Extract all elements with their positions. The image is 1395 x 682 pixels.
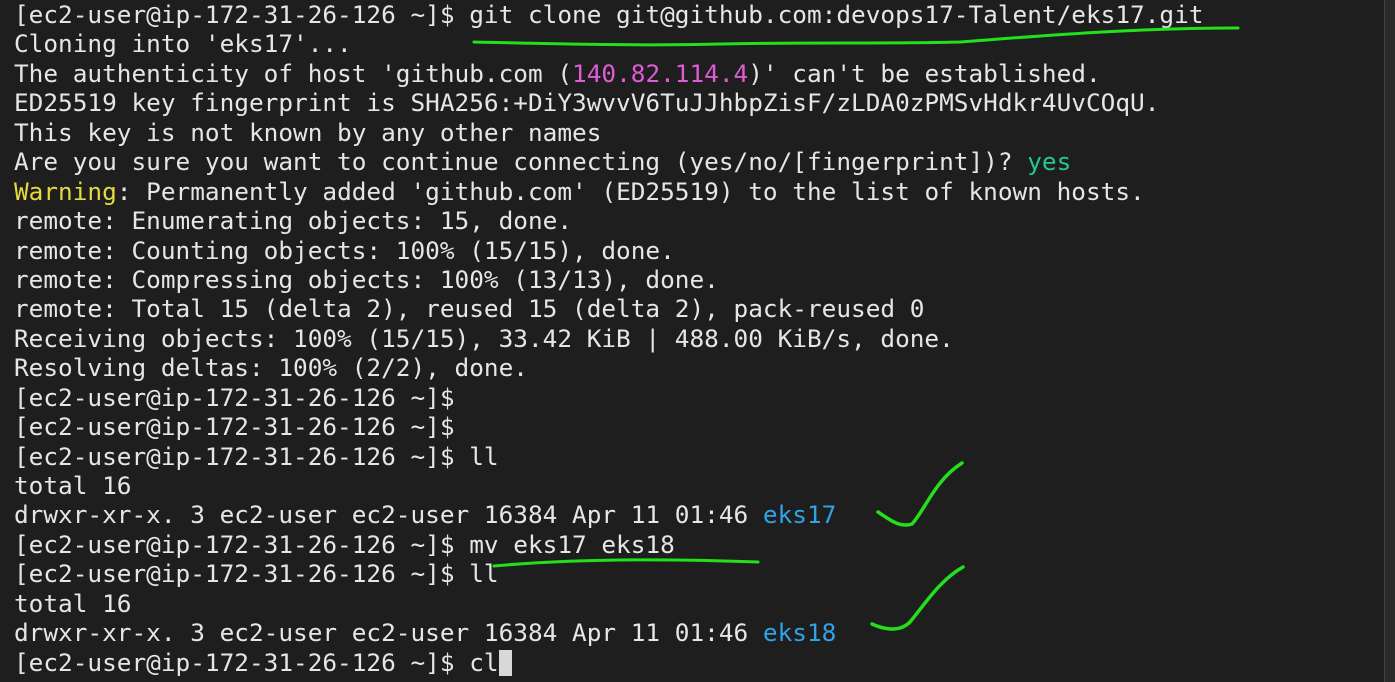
- terminal-line: The authenticity of host 'github.com (14…: [14, 59, 1203, 88]
- terminal-text-segment: Cloning into 'eks17'...: [14, 29, 352, 59]
- terminal-line: drwxr-xr-x. 3 ec2-user ec2-user 16384 Ap…: [14, 618, 1203, 647]
- terminal-line: [ec2-user@ip-172-31-26-126 ~]$ mv eks17 …: [14, 530, 1203, 559]
- terminal-text-segment: drwxr-xr-x. 3 ec2-user ec2-user 16384 Ap…: [14, 500, 763, 530]
- terminal-text-segment: remote: Enumerating objects: 15, done.: [14, 206, 573, 236]
- terminal-text-segment: total 16: [14, 471, 132, 500]
- terminal-text-segment: remote: Compressing objects: 100% (13/13…: [14, 264, 719, 294]
- terminal-text-segment: yes: [1027, 147, 1072, 177]
- text-cursor: [498, 649, 512, 676]
- terminal-text-segment: This key is not known by any other names: [14, 117, 602, 147]
- terminal-text-segment: Resolving deltas: 100% (2/2), done.: [14, 353, 528, 383]
- terminal-text-segment: Warning: [14, 176, 117, 206]
- terminal-text-segment: [ec2-user@ip-172-31-26-126 ~]$ git clone…: [14, 0, 1204, 29]
- terminal-text-segment: [ec2-user@ip-172-31-26-126 ~]$ ll: [14, 441, 499, 471]
- terminal-text-segment: [ec2-user@ip-172-31-26-126 ~]$ ll: [14, 559, 499, 589]
- terminal-text-segment: Are you sure you want to continue connec…: [14, 147, 1028, 177]
- terminal-text-segment: Receiving objects: 100% (15/15), 33.42 K…: [14, 323, 954, 353]
- terminal-line: [ec2-user@ip-172-31-26-126 ~]$ ll: [14, 559, 1203, 588]
- terminal-line: remote: Counting objects: 100% (15/15), …: [14, 236, 1203, 265]
- terminal-line: remote: Compressing objects: 100% (13/13…: [14, 265, 1203, 294]
- terminal-text-segment: remote: Counting objects: 100% (15/15), …: [14, 235, 675, 265]
- terminal-text-segment: total 16: [14, 588, 132, 618]
- terminal-line: [ec2-user@ip-172-31-26-126 ~]$ git clone…: [14, 0, 1203, 29]
- terminal-text-segment: : Permanently added 'github.com' (ED2551…: [116, 176, 1145, 206]
- terminal-line: Are you sure you want to continue connec…: [14, 147, 1203, 176]
- terminal-line: remote: Enumerating objects: 15, done.: [14, 206, 1203, 235]
- terminal-line: This key is not known by any other names: [14, 118, 1203, 147]
- terminal-text-segment: 140.82.114.4: [572, 58, 749, 88]
- terminal-text-segment: remote: Total 15 (delta 2), reused 15 (d…: [14, 294, 925, 324]
- window-edge: [1384, 0, 1395, 682]
- terminal-line: total 16: [14, 589, 1203, 618]
- terminal-text-segment: eks17: [762, 500, 837, 530]
- terminal-line: [ec2-user@ip-172-31-26-126 ~]$ cl: [14, 648, 1203, 677]
- terminal-line: ED25519 key fingerprint is SHA256:+DiY3w…: [14, 88, 1203, 117]
- terminal-line: Resolving deltas: 100% (2/2), done.: [14, 353, 1203, 382]
- terminal-line: remote: Total 15 (delta 2), reused 15 (d…: [14, 294, 1203, 323]
- terminal-text-segment: [ec2-user@ip-172-31-26-126 ~]$ mv eks17 …: [14, 529, 675, 559]
- terminal-text-segment: [ec2-user@ip-172-31-26-126 ~]$ cl: [14, 647, 499, 677]
- terminal-text-segment: [ec2-user@ip-172-31-26-126 ~]$: [14, 412, 455, 442]
- terminal-text-segment: )' can't be established.: [748, 58, 1101, 88]
- terminal-window[interactable]: [ec2-user@ip-172-31-26-126 ~]$ git clone…: [0, 0, 1395, 682]
- terminal-line: [ec2-user@ip-172-31-26-126 ~]$ ll: [14, 442, 1203, 471]
- terminal-line: total 16: [14, 471, 1203, 500]
- terminal-text-segment: eks18: [762, 618, 837, 648]
- terminal-text-segment: ED25519 key fingerprint is SHA256:+DiY3w…: [14, 88, 1160, 118]
- terminal-output: [ec2-user@ip-172-31-26-126 ~]$ git clone…: [14, 0, 1203, 677]
- terminal-line: drwxr-xr-x. 3 ec2-user ec2-user 16384 Ap…: [14, 500, 1203, 529]
- terminal-line: Warning: Permanently added 'github.com' …: [14, 177, 1203, 206]
- terminal-text-segment: [ec2-user@ip-172-31-26-126 ~]$: [14, 382, 455, 412]
- terminal-line: [ec2-user@ip-172-31-26-126 ~]$: [14, 383, 1203, 412]
- terminal-text-segment: drwxr-xr-x. 3 ec2-user ec2-user 16384 Ap…: [14, 618, 763, 648]
- terminal-text-segment: The authenticity of host 'github.com (: [14, 58, 573, 88]
- terminal-line: Cloning into 'eks17'...: [14, 29, 1203, 58]
- terminal-line: Receiving objects: 100% (15/15), 33.42 K…: [14, 324, 1203, 353]
- terminal-line: [ec2-user@ip-172-31-26-126 ~]$: [14, 412, 1203, 441]
